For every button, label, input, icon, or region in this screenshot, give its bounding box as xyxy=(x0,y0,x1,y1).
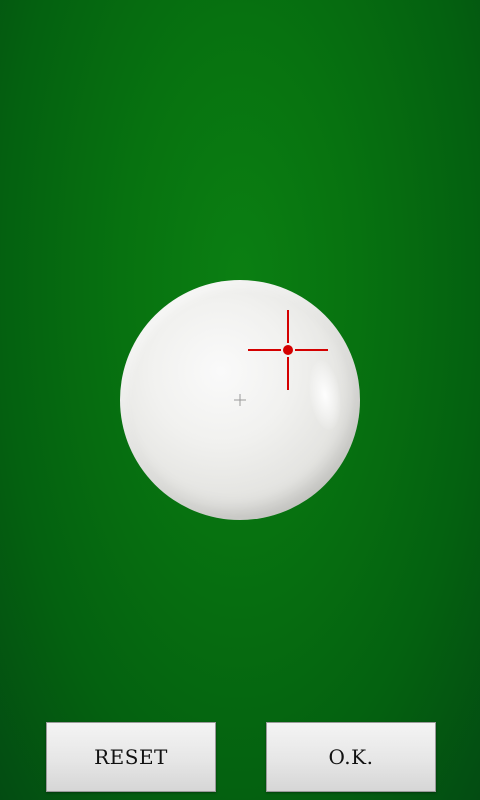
reset-button[interactable]: RESET xyxy=(46,722,216,792)
aim-crosshair-icon[interactable] xyxy=(248,310,328,390)
ok-button[interactable]: O.K. xyxy=(266,722,436,792)
center-mark-icon xyxy=(234,394,246,406)
